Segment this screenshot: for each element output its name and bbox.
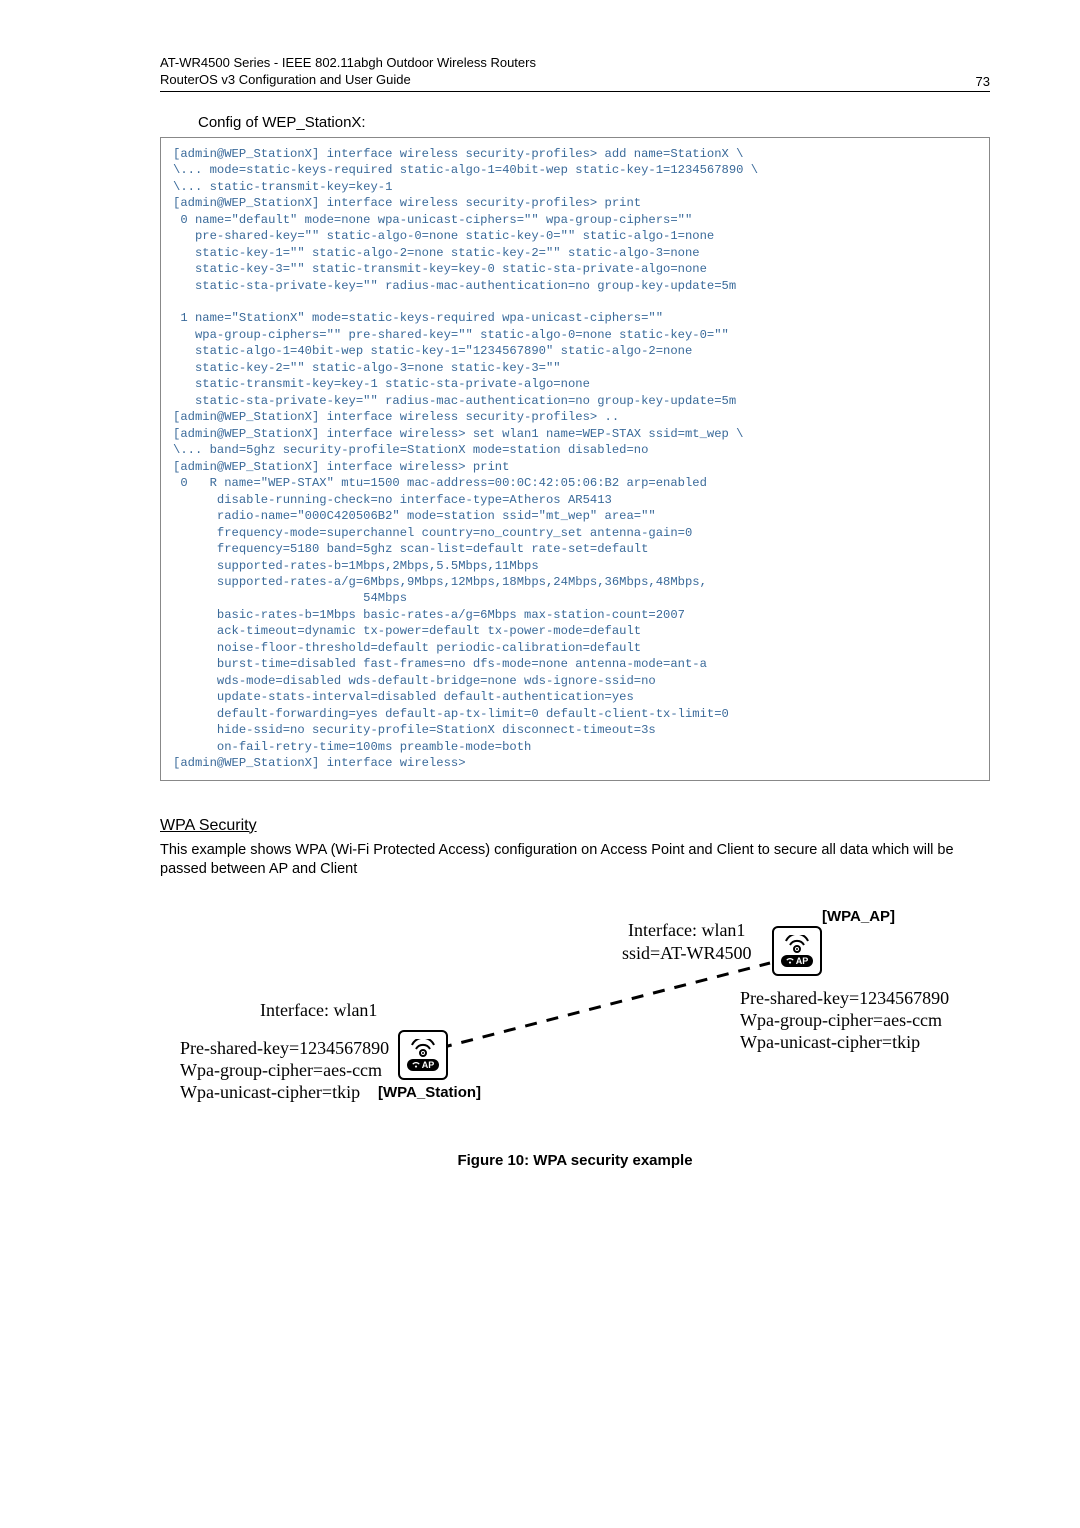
page-number: 73 (976, 74, 990, 89)
ap-pill-text: AP (796, 956, 809, 966)
figure-caption: Figure 10: WPA security example (160, 1152, 990, 1169)
wifi-icon (410, 1039, 436, 1059)
ap-interface-text: Interface: wlan1 (628, 920, 745, 941)
header-line1: AT-WR4500 Series - IEEE 802.11abgh Outdo… (160, 55, 536, 72)
wpa-security-heading: WPA Security (160, 817, 990, 835)
ap-ssid-text: ssid=AT-WR4500 (622, 943, 752, 964)
wifi-icon (784, 935, 810, 955)
ap-psk-text: Pre-shared-key=1234567890 (740, 988, 949, 1009)
page-header: AT-WR4500 Series - IEEE 802.11abgh Outdo… (160, 55, 990, 92)
header-line2: RouterOS v3 Configuration and User Guide (160, 72, 536, 89)
station-psk-text: Pre-shared-key=1234567890 (180, 1038, 389, 1059)
station-node-icon: AP (398, 1030, 448, 1080)
station-group-text: Wpa-group-cipher=aes-ccm (180, 1060, 382, 1081)
ap-pill-text: AP (422, 1060, 435, 1070)
ap-bracket-label: [WPA_AP] (822, 908, 895, 925)
ap-pill: AP (407, 1059, 440, 1071)
config-heading: Config of WEP_StationX: (198, 114, 990, 131)
station-bracket-label: [WPA_Station] (378, 1084, 481, 1101)
wpa-diagram: [WPA_AP] Interface: wlan1 ssid=AT-WR4500… (180, 908, 970, 1128)
wpa-security-text: This example shows WPA (Wi-Fi Protected … (160, 841, 990, 880)
station-interface-text: Interface: wlan1 (260, 1000, 377, 1021)
code-block: [admin@WEP_StationX] interface wireless … (160, 137, 990, 781)
ap-group-text: Wpa-group-cipher=aes-ccm (740, 1010, 942, 1031)
ap-unicast-text: Wpa-unicast-cipher=tkip (740, 1032, 920, 1053)
ap-pill: AP (781, 955, 814, 967)
header-left: AT-WR4500 Series - IEEE 802.11abgh Outdo… (160, 55, 536, 89)
ap-node-icon: AP (772, 926, 822, 976)
station-unicast-text: Wpa-unicast-cipher=tkip (180, 1082, 360, 1103)
